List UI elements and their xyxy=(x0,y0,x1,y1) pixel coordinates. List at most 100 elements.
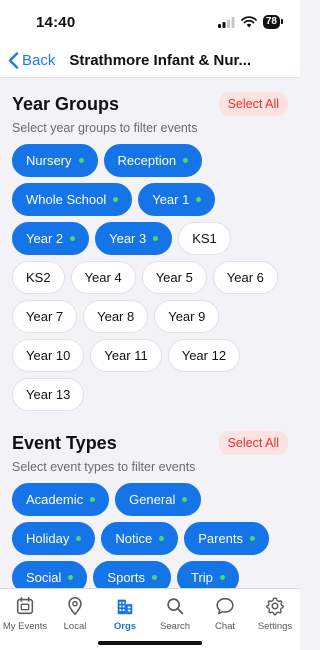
year-group-chip-year-6[interactable]: Year 6 xyxy=(212,261,278,294)
back-button[interactable]: Back xyxy=(8,52,55,69)
filter-content: Year Groups Select All Select year group… xyxy=(0,78,300,650)
year-group-chip-year-8[interactable]: Year 8 xyxy=(83,300,149,333)
event-type-chip-academic[interactable]: Academic xyxy=(12,483,110,516)
year-groups-chip-list: Nursery Reception Whole School Year 1 Year 2… xyxy=(12,144,288,411)
selected-dot-icon xyxy=(159,536,165,541)
chip-label: Parents xyxy=(198,531,244,546)
battery-icon: 78 xyxy=(262,15,284,29)
status-icons: 78 xyxy=(217,15,284,29)
tab-chat[interactable]: Chat xyxy=(200,595,250,650)
tab-label: Settings xyxy=(257,621,293,632)
event-types-title: Event Types xyxy=(12,432,117,453)
chip-label: Reception xyxy=(117,153,177,168)
year-group-chip-ks1[interactable]: KS1 xyxy=(178,222,231,255)
year-group-chip-year-13[interactable]: Year 13 xyxy=(12,378,85,411)
selected-dot-icon xyxy=(196,197,202,202)
tab-my-events[interactable]: My Events xyxy=(0,595,50,650)
selected-dot-icon xyxy=(90,497,96,502)
gear-icon xyxy=(266,597,284,616)
search-icon xyxy=(167,598,184,615)
event-type-chip-general[interactable]: General xyxy=(115,483,202,516)
chat-bubble-icon xyxy=(216,597,234,615)
chip-label: Year 7 xyxy=(26,309,64,324)
tab-label: Search xyxy=(159,621,191,632)
year-group-chip-reception[interactable]: Reception xyxy=(103,144,203,177)
status-bar: 14:40 78 xyxy=(0,0,300,44)
location-pin-icon xyxy=(68,596,82,616)
navigation-bar: Back Strathmore Infant & Nur... xyxy=(0,44,300,78)
calendar-icon xyxy=(16,596,34,615)
selected-dot-icon xyxy=(250,536,256,541)
event-type-chip-parents[interactable]: Parents xyxy=(184,522,270,555)
year-group-chip-year-10[interactable]: Year 10 xyxy=(12,339,85,372)
chip-label: Year 11 xyxy=(104,348,148,363)
year-group-chip-whole-school[interactable]: Whole School xyxy=(12,183,133,216)
selected-dot-icon xyxy=(68,575,74,580)
year-group-chip-year-9[interactable]: Year 9 xyxy=(154,300,220,333)
selected-dot-icon xyxy=(152,575,157,580)
event-type-chip-notice[interactable]: Notice xyxy=(101,522,179,555)
selected-dot-icon xyxy=(153,236,159,241)
year-group-chip-year-1[interactable]: Year 1 xyxy=(138,183,216,216)
chip-label: Sports xyxy=(107,570,145,585)
event-types-subtitle: Select event types to filter events xyxy=(12,460,196,474)
selected-dot-icon xyxy=(219,575,225,580)
buildings-icon xyxy=(117,599,133,615)
tab-label: My Events xyxy=(2,621,48,632)
year-group-chip-year-5[interactable]: Year 5 xyxy=(141,261,207,294)
year-group-chip-year-3[interactable]: Year 3 xyxy=(95,222,173,255)
chip-label: Holiday xyxy=(26,531,70,546)
chip-label: Year 10 xyxy=(26,348,71,363)
chip-label: Year 13 xyxy=(26,387,71,402)
chip-label: Year 8 xyxy=(97,309,135,324)
chip-label: Year 3 xyxy=(109,231,147,246)
chip-label: Year 9 xyxy=(168,309,206,324)
year-group-chip-nursery[interactable]: Nursery xyxy=(12,144,98,177)
chip-label: Year 1 xyxy=(152,192,190,207)
chip-label: KS1 xyxy=(192,231,217,246)
year-group-chip-year-12[interactable]: Year 12 xyxy=(167,339,241,372)
wifi-icon xyxy=(240,16,257,28)
chevron-left-icon xyxy=(8,52,19,69)
event-types-header: Event Types Select All xyxy=(12,431,288,455)
home-indicator xyxy=(98,641,202,645)
selected-dot-icon xyxy=(183,158,189,163)
chip-label: Year 12 xyxy=(181,348,227,363)
chip-label: Social xyxy=(26,570,62,585)
tab-label: Orgs xyxy=(113,621,137,632)
year-group-chip-ks2[interactable]: KS2 xyxy=(12,261,65,294)
selected-dot-icon xyxy=(182,497,188,502)
back-button-label: Back xyxy=(22,52,56,69)
chip-label: Year 5 xyxy=(155,270,193,285)
selected-dot-icon xyxy=(76,536,82,541)
chip-label: General xyxy=(129,492,176,507)
cellular-signal-icon xyxy=(217,16,235,28)
tab-settings[interactable]: Settings xyxy=(250,595,300,650)
chip-label: Year 2 xyxy=(26,231,64,246)
event-types-select-all-button[interactable]: Select All xyxy=(218,431,288,455)
chip-label: Nursery xyxy=(26,153,72,168)
chip-label: Year 6 xyxy=(226,270,264,285)
chip-label: Trip xyxy=(191,570,213,585)
selected-dot-icon xyxy=(113,197,119,202)
year-groups-select-all-button[interactable]: Select All xyxy=(218,92,288,116)
selected-dot-icon xyxy=(70,236,76,241)
chip-label: Notice xyxy=(115,531,153,546)
year-groups-subtitle: Select year groups to filter events xyxy=(12,121,198,135)
tab-local[interactable]: Local xyxy=(50,595,100,650)
chip-label: Whole School xyxy=(26,192,107,207)
year-group-chip-year-4[interactable]: Year 4 xyxy=(70,261,136,294)
chip-label: Academic xyxy=(26,492,84,507)
selected-dot-icon xyxy=(78,158,84,163)
year-group-chip-year-7[interactable]: Year 7 xyxy=(12,300,78,333)
year-groups-header: Year Groups Select All xyxy=(12,92,288,116)
page-title: Strathmore Infant & Nur... xyxy=(69,52,252,69)
chip-label: Year 4 xyxy=(84,270,122,285)
year-group-chip-year-2[interactable]: Year 2 xyxy=(12,222,90,255)
tab-label: Local xyxy=(63,621,87,632)
year-group-chip-year-11[interactable]: Year 11 xyxy=(90,339,162,372)
chip-label: KS2 xyxy=(26,270,51,285)
status-time: 14:40 xyxy=(36,13,76,31)
event-type-chip-holiday[interactable]: Holiday xyxy=(12,522,96,555)
year-groups-title: Year Groups xyxy=(12,93,120,114)
